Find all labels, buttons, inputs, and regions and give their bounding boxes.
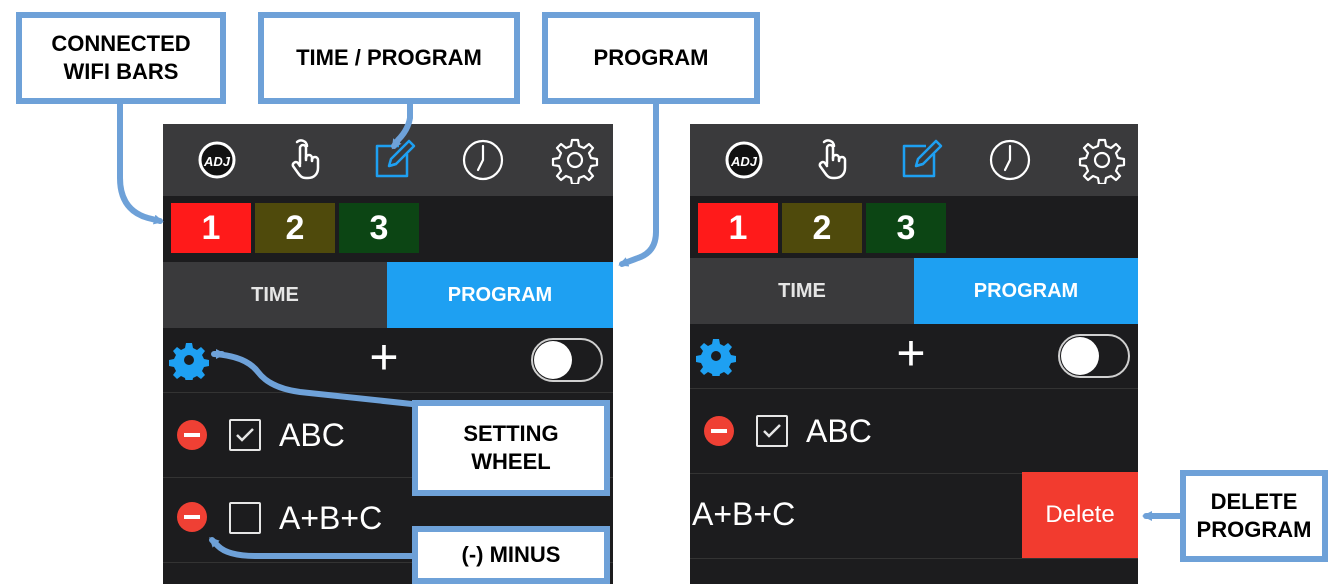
callout-time-program: TIME / PROGRAM <box>258 12 520 104</box>
callout-line: DELETE <box>1210 489 1298 514</box>
callout-line: CONNECTED <box>51 31 191 56</box>
callout-setting-wheel: SETTING WHEEL <box>412 400 610 496</box>
callout-minus: (-) MINUS <box>412 526 610 584</box>
callout-line: (-) MINUS <box>461 542 561 567</box>
callout-line: WIFI BARS <box>63 59 179 84</box>
arrow-program <box>618 101 659 267</box>
arrow-minus <box>209 537 415 559</box>
callout-line: PROGRAM <box>1196 517 1312 542</box>
callout-line: SETTING <box>463 421 559 446</box>
arrow-time-program <box>391 101 413 150</box>
callout-delete-program: DELETE PROGRAM <box>1180 470 1328 562</box>
callout-line: WHEEL <box>471 449 551 474</box>
callout-line: TIME / PROGRAM <box>296 45 482 70</box>
arrow-setting-wheel <box>211 349 415 407</box>
callout-connected-wifi-bars: CONNECTED WIFI BARS <box>16 12 226 104</box>
callout-line: PROGRAM <box>593 45 709 70</box>
callout-program: PROGRAM <box>542 12 760 104</box>
arrow-wifi-bars <box>117 101 164 225</box>
